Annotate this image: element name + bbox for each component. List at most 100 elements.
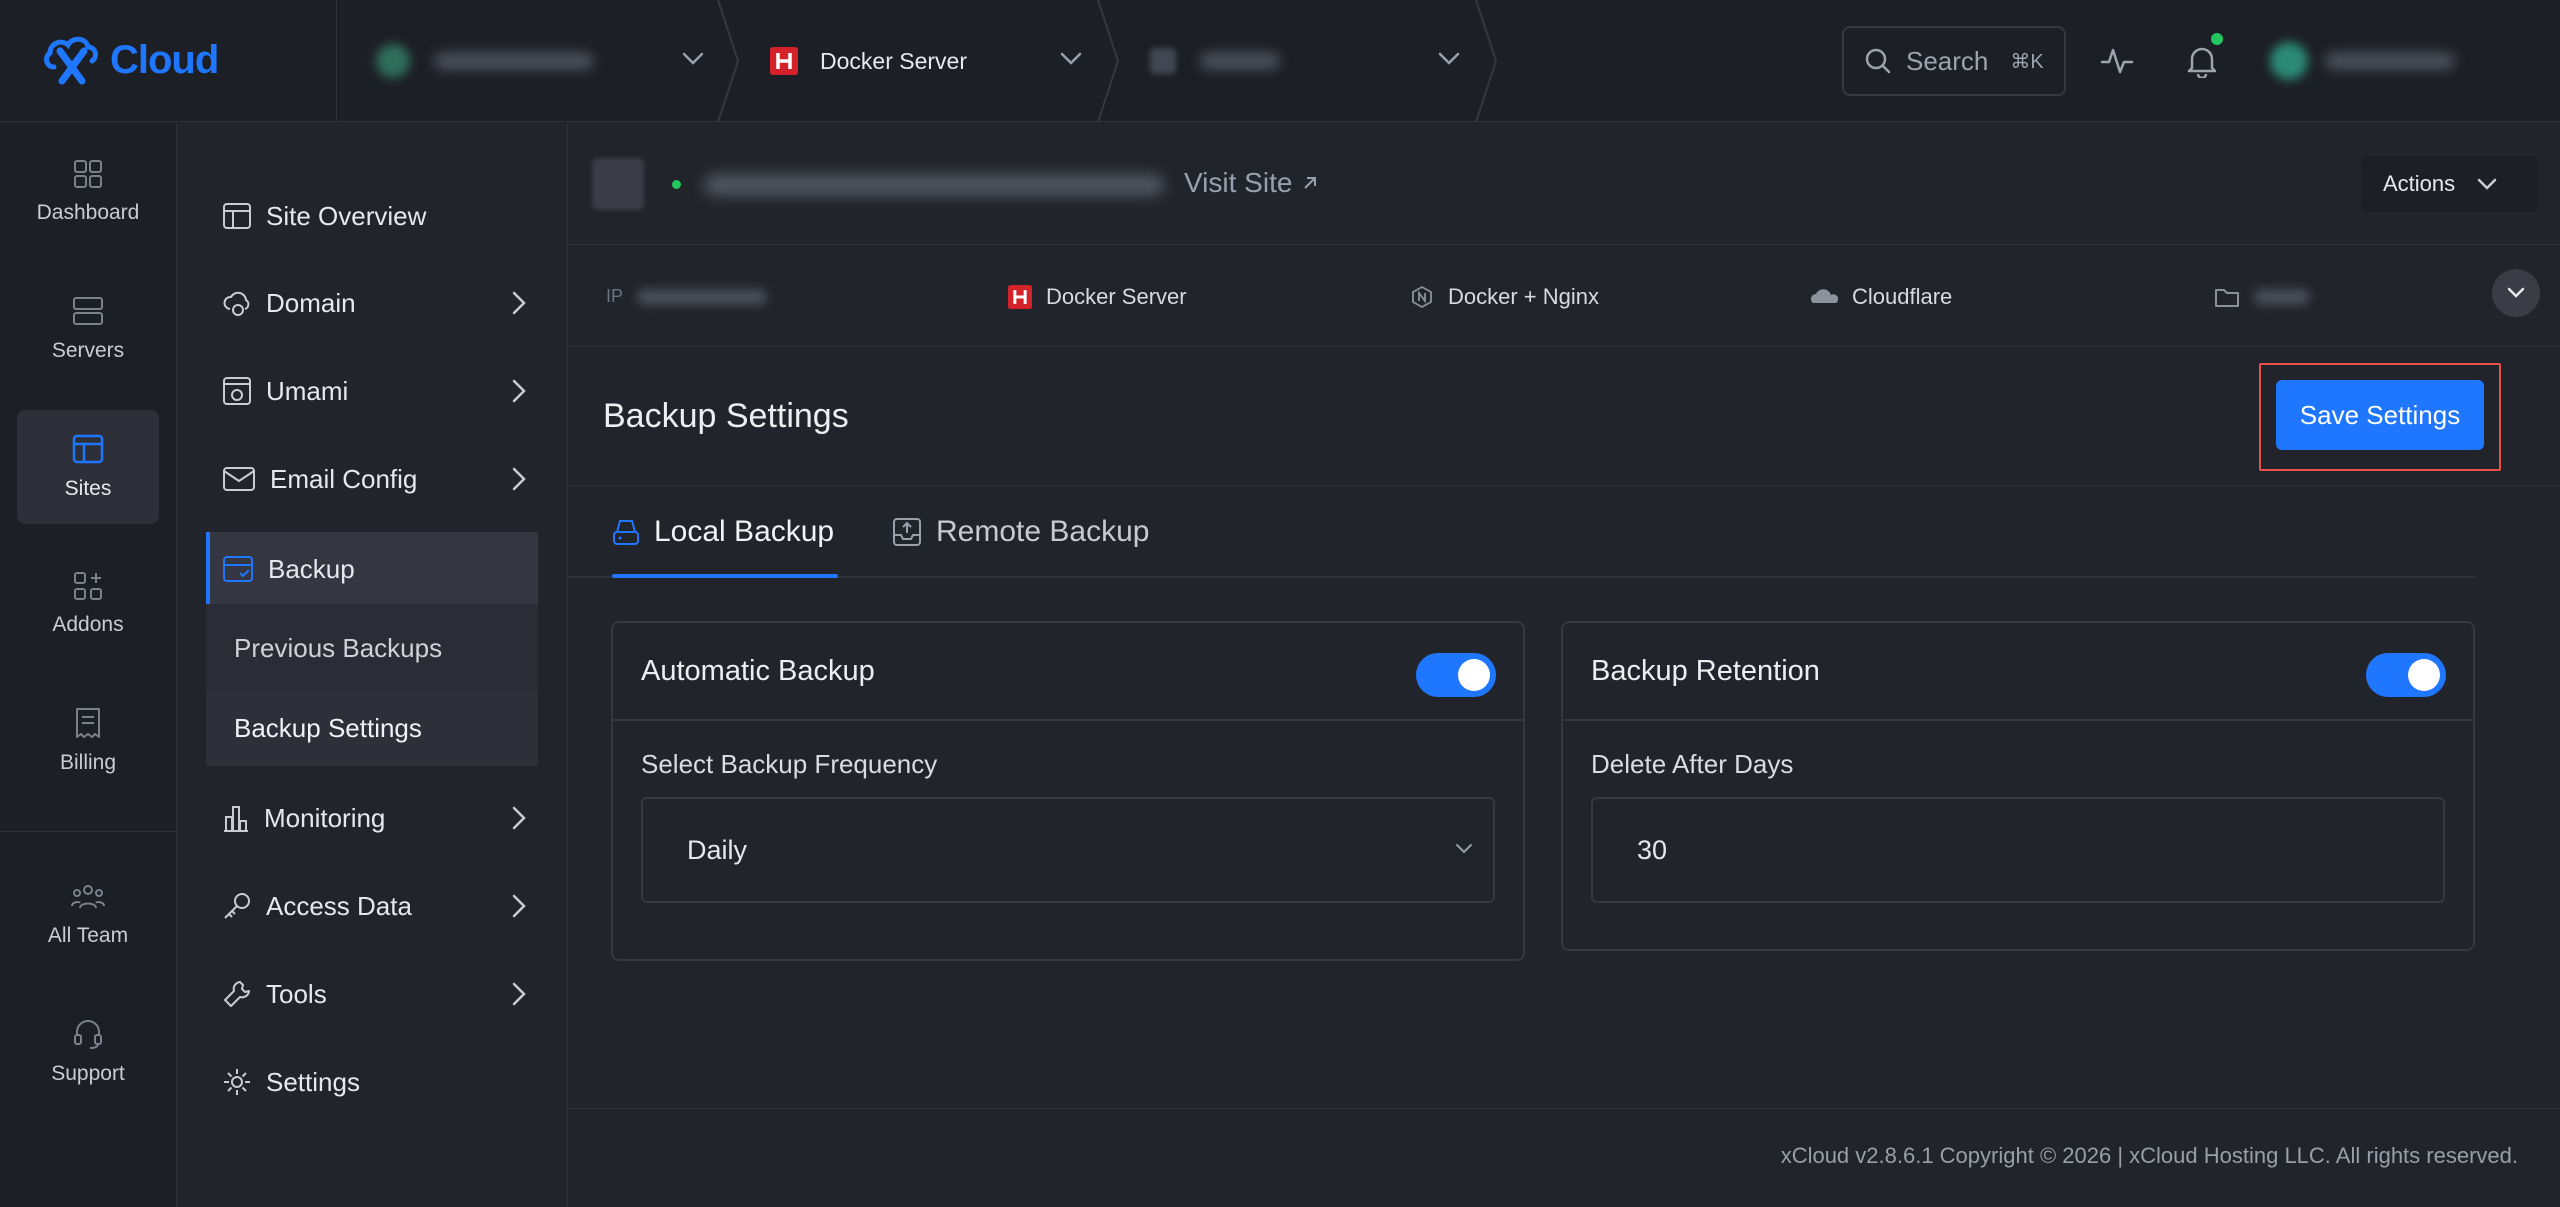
site-name-blurred bbox=[1200, 52, 1280, 70]
sidebar-item-label: Monitoring bbox=[264, 802, 386, 833]
dashboard-icon bbox=[74, 160, 102, 188]
footer-copyright: xCloud v2.8.6.1 Copyright © 2026 | xClou… bbox=[1780, 1143, 2518, 1168]
rail-item-label: All Team bbox=[47, 924, 129, 947]
rail-item-all-team[interactable]: All Team bbox=[17, 858, 159, 972]
crumb-server-switcher[interactable] bbox=[376, 0, 716, 122]
frequency-value: Daily bbox=[687, 834, 748, 865]
sidebar-item-backup[interactable]: Backup bbox=[206, 532, 538, 606]
chevron-right-icon bbox=[512, 806, 526, 830]
rail-item-label: Sites bbox=[64, 477, 112, 500]
breadcrumb-separator bbox=[717, 0, 740, 122]
chevron-right-icon bbox=[512, 982, 526, 1006]
chevron-right-icon bbox=[512, 467, 526, 491]
crumb-site-switcher[interactable] bbox=[1150, 0, 1480, 122]
external-link-icon bbox=[1304, 177, 1317, 189]
gear-icon bbox=[224, 1069, 250, 1095]
chevron-down-icon bbox=[1438, 52, 1460, 65]
site-favicon bbox=[592, 158, 644, 210]
toggle-knob bbox=[1458, 659, 1490, 691]
actions-dropdown[interactable]: Actions bbox=[2361, 156, 2538, 212]
site-sidebar: Site Overview Domain Umami Email Config … bbox=[178, 123, 568, 1207]
rail-item-support[interactable]: Support bbox=[17, 995, 159, 1109]
backup-frequency-select[interactable]: Daily bbox=[641, 797, 1495, 903]
sidebar-item-monitoring[interactable]: Monitoring bbox=[206, 781, 538, 855]
automatic-backup-toggle[interactable] bbox=[1416, 653, 1496, 697]
notification-dot bbox=[2211, 33, 2223, 45]
rail-item-addons[interactable]: Addons bbox=[17, 547, 159, 661]
visit-site-link[interactable]: Visit Site bbox=[1184, 167, 1318, 199]
tab-label: Local Backup bbox=[654, 515, 835, 548]
site-header: Visit Site Actions bbox=[568, 123, 2560, 245]
rail-item-label: Dashboard bbox=[36, 201, 140, 224]
breadcrumb-separator bbox=[1475, 0, 1498, 122]
tab-remote-backup[interactable]: Remote Backup bbox=[892, 486, 1149, 578]
primary-nav-rail: Dashboard Servers Sites Addons Billing A… bbox=[0, 123, 177, 1207]
ip-value-blurred bbox=[637, 288, 768, 305]
delete-after-days-input[interactable]: 30 bbox=[1591, 797, 2445, 903]
backup-retention-card: Backup Retention Delete After Days 30 bbox=[1561, 621, 2475, 951]
crumb-docker-server[interactable]: Docker Server bbox=[770, 0, 1100, 122]
sidebar-item-settings[interactable]: Settings bbox=[206, 1045, 538, 1119]
field-label: Delete After Days bbox=[1591, 749, 1794, 779]
rail-item-billing[interactable]: Billing bbox=[17, 684, 159, 798]
card-title: Backup Retention bbox=[1591, 655, 1820, 687]
rail-item-servers[interactable]: Servers bbox=[17, 272, 159, 386]
activity-icon[interactable] bbox=[2100, 46, 2134, 76]
user-name-blurred[interactable] bbox=[2325, 52, 2455, 70]
sidebar-item-email-config[interactable]: Email Config bbox=[206, 442, 538, 516]
billing-icon bbox=[76, 708, 100, 738]
bell-icon[interactable] bbox=[2186, 44, 2218, 78]
rail-item-dashboard[interactable]: Dashboard bbox=[17, 135, 159, 249]
info-dns-label: Cloudflare bbox=[1852, 283, 1953, 309]
overview-icon bbox=[223, 203, 251, 229]
logo-text: Cloud bbox=[110, 37, 219, 82]
submenu-backup-settings[interactable]: Backup Settings bbox=[206, 690, 538, 766]
sidebar-item-label: Site Overview bbox=[266, 200, 427, 231]
sidebar-item-access-data[interactable]: Access Data bbox=[206, 869, 538, 943]
visit-site-label: Visit Site bbox=[1184, 167, 1293, 198]
info-server-label: Docker Server bbox=[1046, 283, 1187, 309]
nginx-icon bbox=[1412, 285, 1432, 308]
info-expand-button[interactable] bbox=[2492, 269, 2540, 317]
search-button[interactable]: Search ⌘K bbox=[1842, 26, 2066, 96]
info-server: Docker Server bbox=[1008, 246, 1187, 347]
mail-icon bbox=[223, 467, 255, 491]
xcloud-logo[interactable]: Cloud bbox=[40, 24, 230, 96]
folder-icon bbox=[2215, 288, 2239, 307]
chevron-down-icon bbox=[682, 52, 704, 65]
sidebar-item-label: Email Config bbox=[270, 463, 418, 494]
info-stack: Docker + Nginx bbox=[1410, 246, 1599, 347]
wrench-icon bbox=[224, 981, 250, 1007]
sidebar-item-label: Domain bbox=[266, 287, 356, 318]
toggle-knob bbox=[2408, 659, 2440, 691]
search-shortcut: ⌘K bbox=[2010, 50, 2044, 73]
key-icon bbox=[224, 893, 250, 919]
site-url-blurred bbox=[704, 174, 1164, 196]
save-settings-button[interactable]: Save Settings bbox=[2276, 380, 2484, 450]
automatic-backup-card: Automatic Backup Select Backup Frequency… bbox=[611, 621, 1525, 961]
backup-retention-toggle[interactable] bbox=[2366, 653, 2446, 697]
info-stack-label: Docker + Nginx bbox=[1448, 283, 1600, 309]
sidebar-item-tools[interactable]: Tools bbox=[206, 957, 538, 1031]
sidebar-item-domain[interactable]: Domain bbox=[206, 266, 538, 340]
rail-divider bbox=[0, 831, 177, 832]
rail-item-sites[interactable]: Sites bbox=[17, 410, 159, 524]
chevron-right-icon bbox=[512, 379, 526, 403]
tab-local-backup[interactable]: Local Backup bbox=[612, 486, 834, 578]
cloud-globe-icon bbox=[223, 291, 250, 316]
submenu-previous-backups[interactable]: Previous Backups bbox=[206, 610, 538, 686]
rail-item-label: Servers bbox=[51, 339, 125, 362]
chevron-down-icon bbox=[2477, 178, 2497, 190]
chevron-right-icon bbox=[512, 291, 526, 315]
sidebar-item-umami[interactable]: Umami bbox=[206, 354, 538, 428]
docker-server-h-icon bbox=[1008, 284, 1032, 309]
backup-settings-header: Backup Settings Save Settings bbox=[568, 347, 2560, 486]
backup-submenu: Previous Backups Backup Settings bbox=[206, 604, 538, 766]
info-dns: Cloudflare bbox=[1810, 246, 1952, 347]
user-avatar-icon[interactable] bbox=[2270, 42, 2308, 80]
sidebar-item-site-overview[interactable]: Site Overview bbox=[206, 179, 538, 253]
active-tab-indicator bbox=[612, 574, 838, 578]
backup-tabs: Local Backup Remote Backup bbox=[568, 486, 2560, 580]
hard-drive-icon bbox=[613, 520, 639, 545]
server-name-blurred bbox=[434, 52, 594, 70]
